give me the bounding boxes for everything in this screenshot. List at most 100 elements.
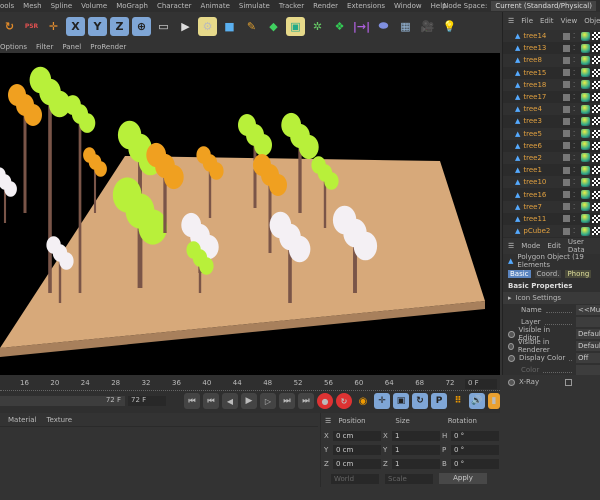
- render-settings-icon[interactable]: ⚙: [198, 16, 217, 36]
- hamburger-icon[interactable]: ☰: [325, 417, 338, 425]
- display-color-select[interactable]: Off: [576, 353, 600, 363]
- texture-tag-icon[interactable]: [592, 178, 600, 187]
- texture-tag-icon[interactable]: [592, 141, 600, 150]
- object-row[interactable]: ▲ tree5 ⁚: [503, 127, 600, 140]
- layer-toggle[interactable]: [563, 203, 570, 211]
- layer-toggle[interactable]: [563, 93, 570, 101]
- om-menu-item[interactable]: View: [561, 17, 578, 25]
- visibility-dots[interactable]: ⁚: [573, 191, 575, 199]
- om-menu-item[interactable]: File: [521, 17, 533, 25]
- texture-tag-icon[interactable]: [592, 190, 600, 199]
- visibility-dots[interactable]: ⁚: [573, 166, 575, 174]
- next-frame-icon[interactable]: ▷: [260, 393, 276, 409]
- texture-tag-icon[interactable]: [592, 214, 600, 223]
- object-name[interactable]: tree4: [523, 105, 563, 113]
- material-tag-icon[interactable]: [581, 177, 591, 187]
- object-name[interactable]: tree18: [523, 81, 563, 89]
- layer-toggle[interactable]: [563, 56, 570, 64]
- cube-icon[interactable]: ■: [220, 17, 239, 36]
- object-name[interactable]: tree13: [523, 44, 563, 52]
- mograph-icon[interactable]: ✲: [308, 17, 327, 36]
- menu-tracker[interactable]: Tracker: [279, 2, 304, 10]
- key-param-icon[interactable]: P: [431, 393, 447, 409]
- material-menu-texture[interactable]: Texture: [46, 416, 72, 424]
- end-frame-slider[interactable]: 72 F: [0, 396, 125, 406]
- object-name[interactable]: tree2: [523, 154, 563, 162]
- am-menu-item[interactable]: Edit: [547, 242, 561, 250]
- pos-field[interactable]: 0 cm: [333, 431, 381, 441]
- visibility-dots[interactable]: ⁚: [573, 56, 575, 64]
- visibility-dots[interactable]: ⁚: [573, 215, 575, 223]
- material-tag-icon[interactable]: [581, 190, 591, 200]
- material-tag-icon[interactable]: [581, 43, 591, 53]
- anim-radio[interactable]: [508, 330, 515, 338]
- layer-toggle[interactable]: [563, 44, 570, 52]
- om-menu-item[interactable]: Edit: [540, 17, 554, 25]
- menu-extensions[interactable]: Extensions: [347, 2, 385, 10]
- texture-tag-icon[interactable]: [592, 202, 600, 211]
- visibility-dots[interactable]: ⁚: [573, 203, 575, 211]
- size-field[interactable]: 1: [392, 459, 440, 469]
- texture-tag-icon[interactable]: [592, 105, 600, 114]
- coord-mode-select[interactable]: World: [331, 473, 379, 484]
- y-axis-icon[interactable]: Y: [88, 16, 107, 36]
- layer-toggle[interactable]: [563, 215, 570, 223]
- texture-tag-icon[interactable]: [592, 227, 600, 236]
- object-row[interactable]: ▲ tree14 ⁚: [503, 30, 600, 43]
- material-tag-icon[interactable]: [581, 141, 591, 151]
- field-icon[interactable]: ⬬: [374, 17, 393, 36]
- texture-tag-icon[interactable]: [592, 68, 600, 77]
- visibility-dots[interactable]: ⁚: [573, 154, 575, 162]
- texture-tag-icon[interactable]: [592, 166, 600, 175]
- render-view-icon[interactable]: ▭: [154, 17, 173, 36]
- texture-tag-icon[interactable]: [592, 129, 600, 138]
- visibility-dots[interactable]: ⁚: [573, 69, 575, 77]
- size-field[interactable]: 1: [392, 445, 440, 455]
- hamburger-icon[interactable]: ☰: [508, 17, 514, 25]
- menu-mesh[interactable]: Mesh: [23, 2, 41, 10]
- menu-mograph[interactable]: MoGraph: [116, 2, 148, 10]
- object-row[interactable]: ▲ tree3 ⁚: [503, 115, 600, 127]
- pos-field[interactable]: 0 cm: [333, 445, 381, 455]
- texture-tag-icon[interactable]: [592, 80, 600, 89]
- layer-toggle[interactable]: [563, 142, 570, 150]
- key-position-icon[interactable]: ✛: [374, 393, 390, 409]
- object-row[interactable]: ▲ tree11 ⁚: [503, 213, 600, 225]
- prev-key-icon[interactable]: ⏮: [203, 393, 219, 409]
- object-name[interactable]: tree16: [523, 191, 563, 199]
- material-tag-icon[interactable]: [581, 214, 591, 224]
- layer-toggle[interactable]: [563, 69, 570, 77]
- play-icon[interactable]: ▶: [241, 393, 257, 409]
- menu-simulate[interactable]: Simulate: [239, 2, 270, 10]
- material-menu-material[interactable]: Material: [8, 416, 36, 424]
- texture-tag-icon[interactable]: [592, 44, 600, 53]
- go-start-icon[interactable]: ⏮: [184, 393, 200, 409]
- layer-toggle[interactable]: [563, 81, 570, 89]
- keyframe-selection-icon[interactable]: ◉: [355, 393, 371, 409]
- material-tag-icon[interactable]: [581, 226, 591, 236]
- viewport-menu-prorender[interactable]: ProRender: [90, 43, 126, 51]
- texture-tag-icon[interactable]: [592, 117, 600, 126]
- material-tag-icon[interactable]: [581, 80, 591, 90]
- hamburger-icon[interactable]: ☰: [508, 242, 514, 250]
- visibility-dots[interactable]: ⁚: [573, 178, 575, 186]
- texture-tag-icon[interactable]: [592, 56, 600, 65]
- material-tag-icon[interactable]: [581, 165, 591, 175]
- icon-settings-group[interactable]: Icon Settings: [516, 294, 562, 302]
- light-icon[interactable]: 💡: [440, 17, 459, 36]
- object-row[interactable]: ▲ tree16 ⁚: [503, 188, 600, 200]
- material-tag-icon[interactable]: [581, 55, 591, 65]
- object-name[interactable]: tree7: [523, 203, 563, 211]
- layer-toggle[interactable]: [563, 166, 570, 174]
- prev-frame-icon[interactable]: ◀: [222, 393, 238, 409]
- visibility-dots[interactable]: ⁚: [573, 32, 575, 40]
- menu-volume[interactable]: Volume: [81, 2, 107, 10]
- layer-toggle[interactable]: [563, 32, 570, 40]
- object-row[interactable]: ▲ tree15 ⁚: [503, 67, 600, 79]
- visibility-dots[interactable]: ⁚: [573, 142, 575, 150]
- layer-toggle[interactable]: [563, 227, 570, 235]
- object-row[interactable]: ▲ tree10 ⁚: [503, 176, 600, 189]
- tab-phong[interactable]: Phong: [565, 270, 592, 278]
- menu-character[interactable]: Character: [157, 2, 192, 10]
- object-row[interactable]: ▲ tree4 ⁚: [503, 103, 600, 116]
